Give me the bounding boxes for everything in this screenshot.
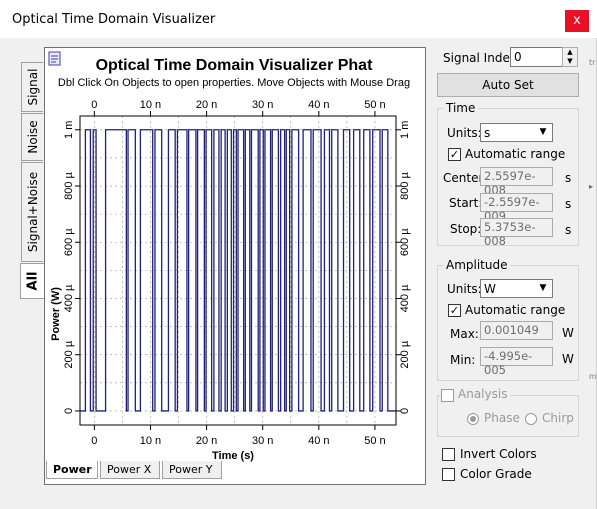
tab-power-x-label: Power X	[107, 463, 152, 476]
x-tick-label-top: 30 n	[252, 99, 273, 111]
tab-all[interactable]: All	[20, 263, 44, 299]
close-icon: x	[573, 13, 581, 28]
phase-radio[interactable]	[467, 413, 479, 425]
window-title: Optical Time Domain Visualizer	[12, 12, 216, 27]
edge-fragment: m	[589, 372, 597, 381]
ticks: 0 0 10 n 10 n 20 n 20 n 30 n 30 n 40 n 40 n 50 n 50…	[63, 99, 411, 447]
min-label: Min:	[450, 353, 476, 367]
y-tick-label: 0	[63, 408, 75, 414]
start-unit: s	[565, 197, 572, 211]
y-tick-label-right: 600 µ	[399, 228, 411, 256]
plot-panel[interactable]: Optical Time Domain Visualizer Phat Dbl …	[44, 47, 426, 485]
tab-power[interactable]: Power	[46, 461, 98, 479]
x-tick-label: 40 n	[308, 435, 329, 447]
y-tick-label-right: 1 m	[399, 121, 411, 139]
tab-noise-label: Noise	[25, 120, 40, 154]
signal-index-input[interactable]: 0	[510, 47, 563, 67]
tab-power-y[interactable]: Power Y	[162, 461, 222, 479]
edge-fragment: tr	[589, 58, 596, 67]
y-tick-label: 600 µ	[63, 228, 75, 256]
trace	[80, 129, 396, 412]
tab-signal-label: Signal	[25, 68, 40, 106]
amplitude-units-label: Units:	[447, 282, 482, 296]
tab-power-y-label: Power Y	[169, 463, 213, 476]
tab-all-label: All	[25, 271, 40, 291]
color-grade-label: Color Grade	[460, 467, 532, 481]
max-unit: W	[562, 326, 574, 340]
signal-index-spinner[interactable]: ▲ ▼	[562, 47, 578, 67]
tab-signal[interactable]: Signal	[21, 62, 43, 112]
tab-power-x[interactable]: Power X	[100, 461, 160, 479]
start-field[interactable]: -2.5597e-009	[480, 193, 553, 223]
y-tick-label-right: 200 µ	[399, 340, 411, 368]
center-field[interactable]: 2.5597e-008	[480, 167, 553, 197]
chirp-label: Chirp	[542, 411, 574, 425]
plot-subtitle: Dbl Click On Objects to open properties.…	[58, 77, 410, 89]
y-tick-label: 1 m	[63, 121, 75, 139]
spin-down-icon[interactable]: ▼	[563, 57, 577, 66]
power-trace-line	[80, 129, 396, 412]
tab-power-label: Power	[53, 463, 92, 476]
x-tick-label: 0	[91, 435, 97, 447]
x-tick-label: 30 n	[252, 435, 273, 447]
time-units-select[interactable]: s ▼	[480, 123, 553, 142]
min-unit: W	[562, 352, 574, 366]
analysis-checkbox[interactable]	[441, 389, 454, 402]
stop-field[interactable]: 5.3753e-008	[480, 218, 553, 248]
toolbar-icon[interactable]	[48, 51, 61, 66]
tab-noise[interactable]: Noise	[21, 113, 43, 161]
spin-up-icon[interactable]: ▲	[563, 48, 577, 57]
x-tick-label: 50 n	[364, 435, 385, 447]
amplitude-units-value: W	[484, 282, 496, 296]
plot-title: Optical Time Domain Visualizer Phat	[96, 57, 374, 74]
y-tick-label: 400 µ	[63, 284, 75, 312]
edge-fragment: ▸	[589, 182, 594, 191]
x-tick-label-top: 50 n	[364, 99, 385, 111]
y-tick-label: 800 µ	[63, 171, 75, 199]
phase-label: Phase	[484, 411, 520, 425]
max-field[interactable]: 0.001049	[480, 321, 553, 340]
center-unit: s	[565, 171, 572, 185]
stop-unit: s	[565, 223, 572, 237]
y-tick-label-right: 800 µ	[399, 171, 411, 199]
y-axis-label: Power (W)	[50, 287, 62, 341]
chirp-radio[interactable]	[525, 413, 537, 425]
y-tick-label-right: 400 µ	[399, 284, 411, 312]
x-tick-label-top: 40 n	[308, 99, 329, 111]
max-label: Max:	[450, 327, 479, 341]
stop-label: Stop:	[450, 222, 482, 236]
amplitude-auto-range-label: Automatic range	[465, 303, 566, 317]
plot-canvas[interactable]: Optical Time Domain Visualizer Phat Dbl …	[45, 48, 425, 484]
x-tick-label-top: 10 n	[140, 99, 161, 111]
tab-signal-noise-label: Signal+Noise	[25, 171, 40, 253]
x-tick-label-top: 0	[91, 99, 97, 111]
start-label: Start:	[449, 196, 483, 210]
amplitude-group-title: Amplitude	[443, 258, 511, 272]
x-tick-label-top: 20 n	[196, 99, 217, 111]
x-tick-label: 10 n	[140, 435, 161, 447]
min-field[interactable]: -4.995e-005	[480, 347, 553, 377]
time-units-value: s	[484, 126, 491, 140]
amplitude-auto-range-checkbox[interactable]: ✓	[448, 304, 461, 317]
chevron-down-icon: ▼	[539, 127, 547, 137]
color-grade-checkbox[interactable]	[442, 468, 455, 481]
time-group-title: Time	[443, 101, 479, 115]
chevron-down-icon: ▼	[539, 283, 547, 293]
invert-colors-checkbox[interactable]	[442, 448, 455, 461]
auto-set-button[interactable]: Auto Set	[437, 73, 579, 97]
time-auto-range-label: Automatic range	[465, 147, 566, 161]
time-units-label: Units:	[447, 126, 482, 140]
time-auto-range-checkbox[interactable]: ✓	[448, 148, 461, 161]
title-bar: Optical Time Domain Visualizer x	[0, 0, 597, 38]
amplitude-units-select[interactable]: W ▼	[480, 279, 553, 298]
tab-signal-noise[interactable]: Signal+Noise	[21, 162, 43, 262]
y-tick-label: 200 µ	[63, 340, 75, 368]
invert-colors-label: Invert Colors	[460, 447, 537, 461]
analysis-group-title: Analysis	[455, 387, 511, 401]
close-button[interactable]: x	[565, 10, 589, 32]
visualizer-window: Optical Time Domain Visualizer x Signal …	[0, 0, 597, 509]
y-tick-label-right: 0	[399, 408, 411, 414]
x-tick-label: 20 n	[196, 435, 217, 447]
